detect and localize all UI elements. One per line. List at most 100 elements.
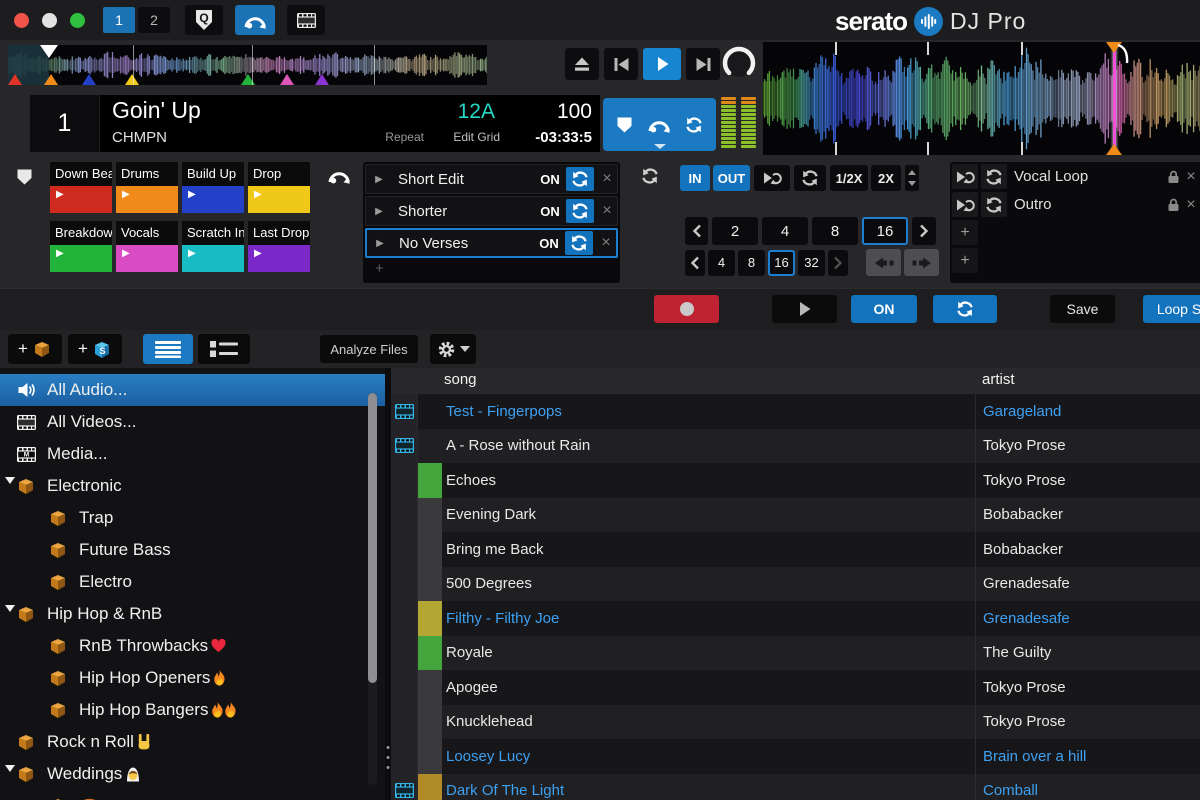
cue-play-area[interactable]: ▶ (248, 186, 310, 213)
play-button[interactable] (643, 48, 681, 80)
library-settings-button[interactable] (430, 334, 476, 364)
loop-in-button[interactable]: IN (680, 165, 710, 191)
table-row[interactable]: 500 Degrees Grenadesafe (391, 567, 1200, 602)
cue-play-area[interactable]: ▶ (50, 186, 112, 213)
autoloop-prev-button[interactable] (685, 217, 708, 245)
beatjump-back-button[interactable] (866, 249, 901, 276)
slot-play-button[interactable] (952, 164, 978, 189)
loop-slot-button[interactable]: Loop S (1143, 295, 1200, 323)
edit-grid-label[interactable]: Edit Grid (453, 130, 500, 144)
quantize-button[interactable]: Q (185, 5, 223, 35)
window-close-button[interactable] (14, 13, 29, 28)
deck-waveform[interactable] (763, 42, 1200, 155)
expand-triangle-icon[interactable] (5, 605, 15, 612)
saved-loop-row[interactable]: ▶ Short Edit ON × (365, 164, 618, 194)
loop-slot-row[interactable]: Outro × (952, 192, 1200, 217)
lock-icon[interactable] (1164, 170, 1182, 184)
add-smart-crate-button[interactable]: +S (68, 334, 122, 364)
table-row[interactable]: Knucklehead Tokyo Prose (391, 705, 1200, 740)
beatjump-size-button[interactable]: 32 (798, 250, 825, 276)
hot-cue-pad[interactable]: Drums ▶ (116, 162, 178, 215)
add-slot-button[interactable]: + (952, 248, 978, 273)
filter-knob[interactable] (720, 44, 758, 82)
beatjump-forward-button[interactable] (904, 249, 939, 276)
sidebar-crate-item[interactable]: All Videos... (0, 406, 385, 438)
beatjump-next-button[interactable] (828, 250, 848, 276)
deck-tab[interactable]: 2 (138, 7, 170, 33)
repeat-label[interactable]: Repeat (385, 130, 424, 144)
cue-play-area[interactable]: ▶ (248, 245, 310, 272)
table-row[interactable]: Filthy - Filthy Joe Grenadesafe (391, 601, 1200, 636)
hot-cue-pad[interactable]: Build Up ▶ (182, 162, 244, 215)
fx-on-button[interactable]: ON (851, 295, 917, 323)
next-track-button[interactable] (686, 48, 720, 80)
autoloop-size-button[interactable]: 2 (712, 217, 758, 245)
sidebar-crate-item[interactable] (0, 790, 385, 800)
beatjump-prev-button[interactable] (685, 250, 705, 276)
beatjump-size-button[interactable]: 16 (768, 250, 795, 276)
track-overview-waveform[interactable] (8, 45, 487, 85)
table-row[interactable]: Test - Fingerpops Garageland (391, 394, 1200, 429)
loop-half-button[interactable]: 1/2X (830, 165, 868, 191)
sidebar-crate-item[interactable]: RnB Throwbacks (0, 630, 385, 662)
sampler-play-button[interactable] (772, 295, 837, 323)
table-row[interactable]: Evening Dark Bobabacker (391, 498, 1200, 533)
loop-active-button[interactable] (754, 165, 790, 191)
add-slot-button[interactable]: + (952, 220, 978, 245)
deck-mode-panel[interactable] (603, 98, 716, 151)
cue-play-area[interactable]: ▶ (50, 245, 112, 272)
hot-cue-pad[interactable]: Vocals ▶ (116, 221, 178, 274)
table-row[interactable]: Loosey Lucy Brain over a hill (391, 739, 1200, 774)
sidebar-crate-item[interactable]: Electro (0, 566, 385, 598)
loop-on-button[interactable]: ON (533, 236, 565, 251)
record-button[interactable] (654, 295, 719, 323)
autoloop-size-button[interactable]: 16 (862, 217, 908, 245)
sidebar-crate-item[interactable]: Hip Hop & RnB (0, 598, 385, 630)
autoloop-size-button[interactable]: 4 (762, 217, 808, 245)
add-crate-button[interactable]: + (8, 334, 62, 364)
loop-on-button[interactable]: ON (534, 172, 566, 187)
loop-delete-button[interactable]: × (597, 202, 617, 220)
table-row[interactable]: Royale The Guilty (391, 636, 1200, 671)
expand-triangle-icon[interactable] (5, 477, 15, 484)
loop-double-button[interactable]: 2X (871, 165, 901, 191)
autoloop-size-button[interactable]: 8 (812, 217, 858, 245)
loop-sync-button[interactable] (565, 231, 593, 255)
column-header-artist[interactable]: artist (975, 368, 1200, 394)
hot-cue-pad[interactable]: Down Beat ▶ (50, 162, 112, 215)
loop-on-button[interactable]: ON (534, 204, 566, 219)
sidebar-crate-item[interactable]: Weddings (0, 758, 385, 790)
fx-sync-button[interactable] (933, 295, 997, 323)
deck-tab[interactable]: 1 (103, 7, 135, 33)
window-minimize-button[interactable] (42, 13, 57, 28)
sidebar-crate-item[interactable]: M Media... (0, 438, 385, 470)
cue-play-area[interactable]: ▶ (116, 245, 178, 272)
saved-loop-row[interactable]: ▶ Shorter ON × (365, 196, 618, 226)
hot-cue-pad[interactable]: Scratch In ▶ (182, 221, 244, 274)
slot-delete-button[interactable]: × (1182, 168, 1200, 186)
loop-delete-button[interactable]: × (597, 170, 617, 188)
beatjump-size-button[interactable]: 8 (738, 250, 765, 276)
table-row[interactable]: Apogee Tokyo Prose (391, 670, 1200, 705)
sidebar-crate-item[interactable]: Electronic (0, 470, 385, 502)
hot-cue-pad[interactable]: Last Drop ▶ (248, 221, 310, 274)
loop-reloop-button[interactable] (794, 165, 826, 191)
loop-play-icon[interactable]: ▶ (366, 174, 392, 185)
sidebar-crate-item[interactable]: All Audio... (0, 374, 385, 406)
loop-play-icon[interactable]: ▶ (366, 206, 392, 217)
cue-play-area[interactable]: ▶ (116, 186, 178, 213)
list-view-button[interactable] (143, 334, 193, 364)
sidebar-scrollbar-thumb[interactable] (368, 393, 377, 683)
loop-out-button[interactable]: OUT (713, 165, 750, 191)
sidebar-crate-item[interactable]: Hip Hop Bangers (0, 694, 385, 726)
loop-sync-button[interactable] (566, 199, 594, 223)
autoloop-next-button[interactable] (912, 217, 936, 245)
eject-button[interactable] (565, 48, 599, 80)
cue-play-area[interactable]: ▶ (182, 245, 244, 272)
window-zoom-button[interactable] (70, 13, 85, 28)
sidebar-crate-item[interactable]: Hip Hop Openers (0, 662, 385, 694)
add-loop-button[interactable]: + (365, 260, 618, 280)
album-view-button[interactable] (198, 334, 250, 364)
video-panel-button[interactable] (287, 5, 325, 35)
loop-panel-button[interactable] (235, 5, 275, 35)
